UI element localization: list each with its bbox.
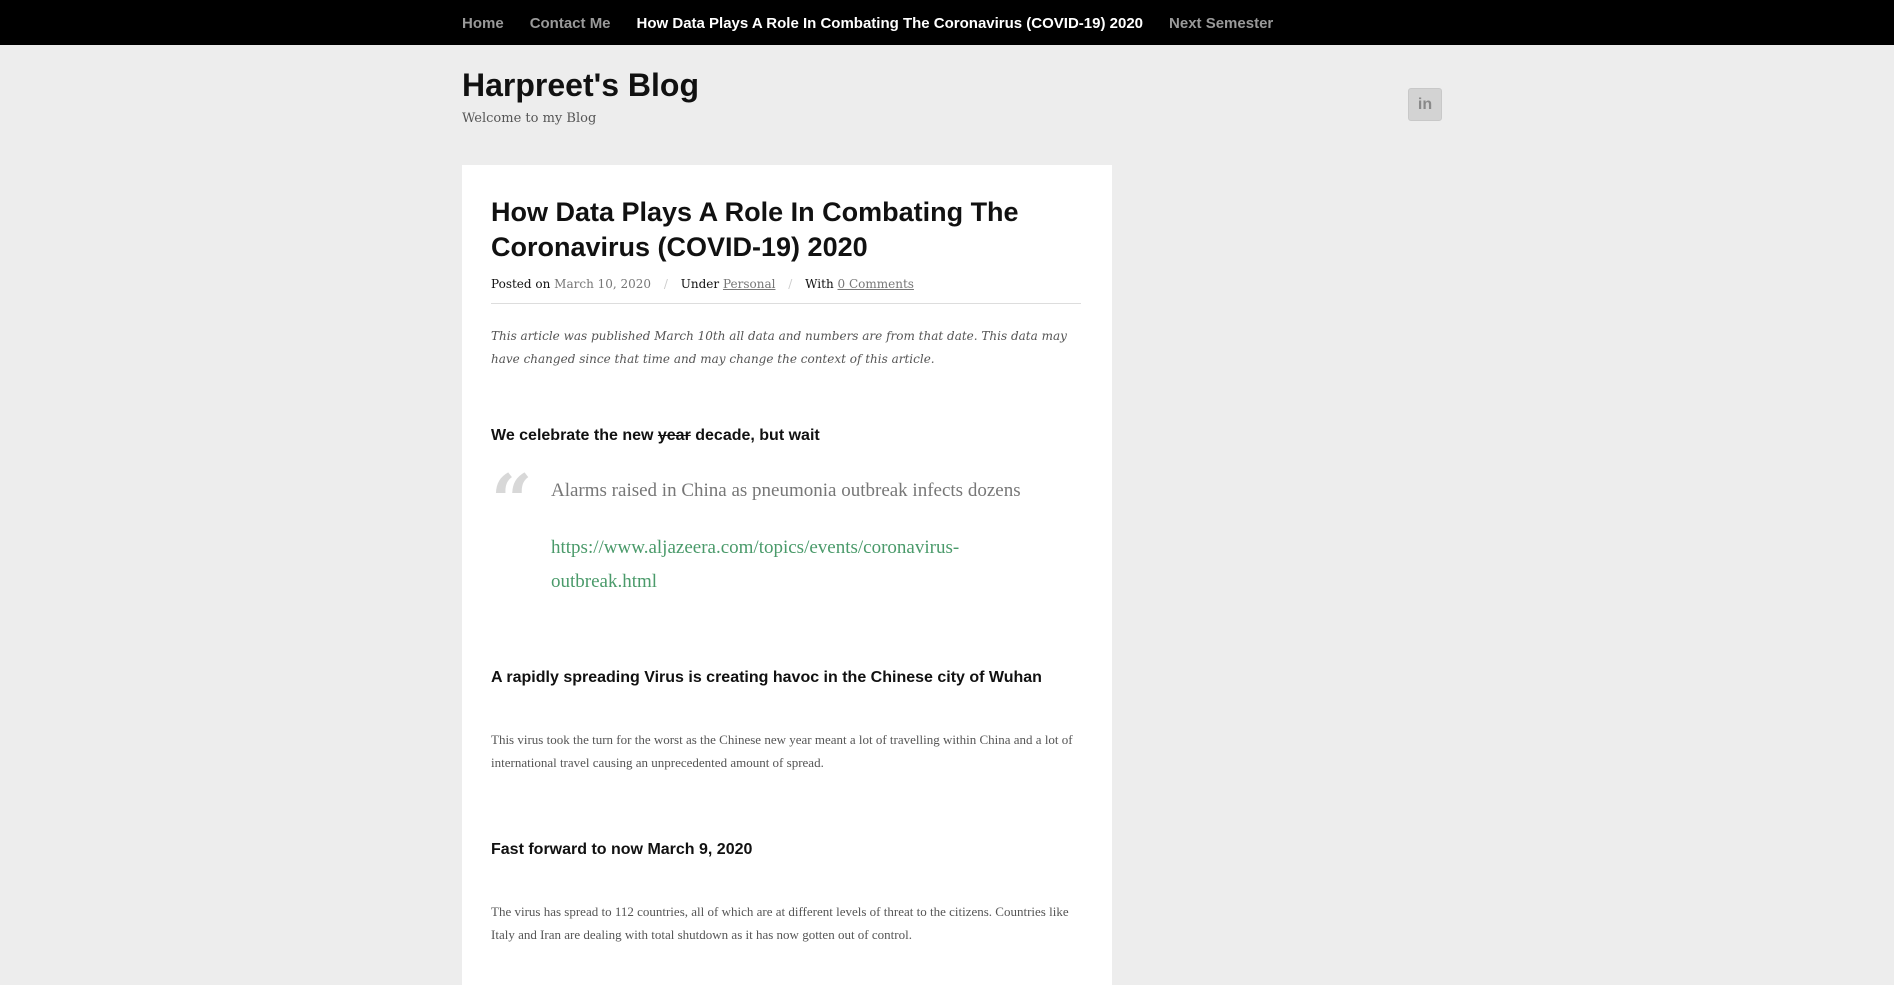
post-meta: Posted on March 10, 2020 / Under Persona… [491,277,1081,304]
quote-source-link[interactable]: https://www.aljazeera.com/topics/events/… [551,531,1011,599]
comments-link[interactable]: 0 Comments [838,277,914,291]
posted-on-label: Posted on [491,277,551,291]
section-heading-2: A rapidly spreading Virus is creating ha… [491,669,1042,686]
section-heading-3: Fast forward to now March 9, 2020 [491,841,753,858]
category-link[interactable]: Personal [723,277,775,291]
top-navigation: Home Contact Me How Data Plays A Role In… [0,0,1894,45]
blockquote: “ Alarms raised in China as pneumonia ou… [491,465,1071,599]
publication-note: This article was published March 10th al… [491,329,1067,366]
struck-word: year [657,427,691,444]
paragraph-2: This virus took the turn for the worst a… [491,732,1073,770]
under-label: Under [680,277,720,291]
meta-separator: / [663,277,668,291]
paragraph-3: The virus has spread to 112 countries, a… [491,904,1069,942]
nav-item-next-semester[interactable]: Next Semester [1169,15,1273,32]
with-label: With [805,277,834,291]
nav-menu: Home Contact Me How Data Plays A Role In… [462,0,1299,45]
linkedin-icon[interactable]: in [1408,88,1442,121]
quote-text: Alarms raised in China as pneumonia outb… [551,480,1021,501]
site-title[interactable]: Harpreet's Blog [462,67,699,104]
nav-item-current-post[interactable]: How Data Plays A Role In Combating The C… [637,15,1144,32]
post-content: How Data Plays A Role In Combating The C… [462,165,1112,985]
meta-separator: / [788,277,793,291]
section-heading-1: We celebrate the new year decade, but wa… [491,427,820,444]
post-date: March 10, 2020 [554,277,652,291]
post-title: How Data Plays A Role In Combating The C… [491,197,1019,262]
nav-item-contact[interactable]: Contact Me [530,15,611,32]
nav-item-home[interactable]: Home [462,15,504,32]
quote-icon: “ [491,458,533,543]
site-description: Welcome to my Blog [462,111,597,126]
